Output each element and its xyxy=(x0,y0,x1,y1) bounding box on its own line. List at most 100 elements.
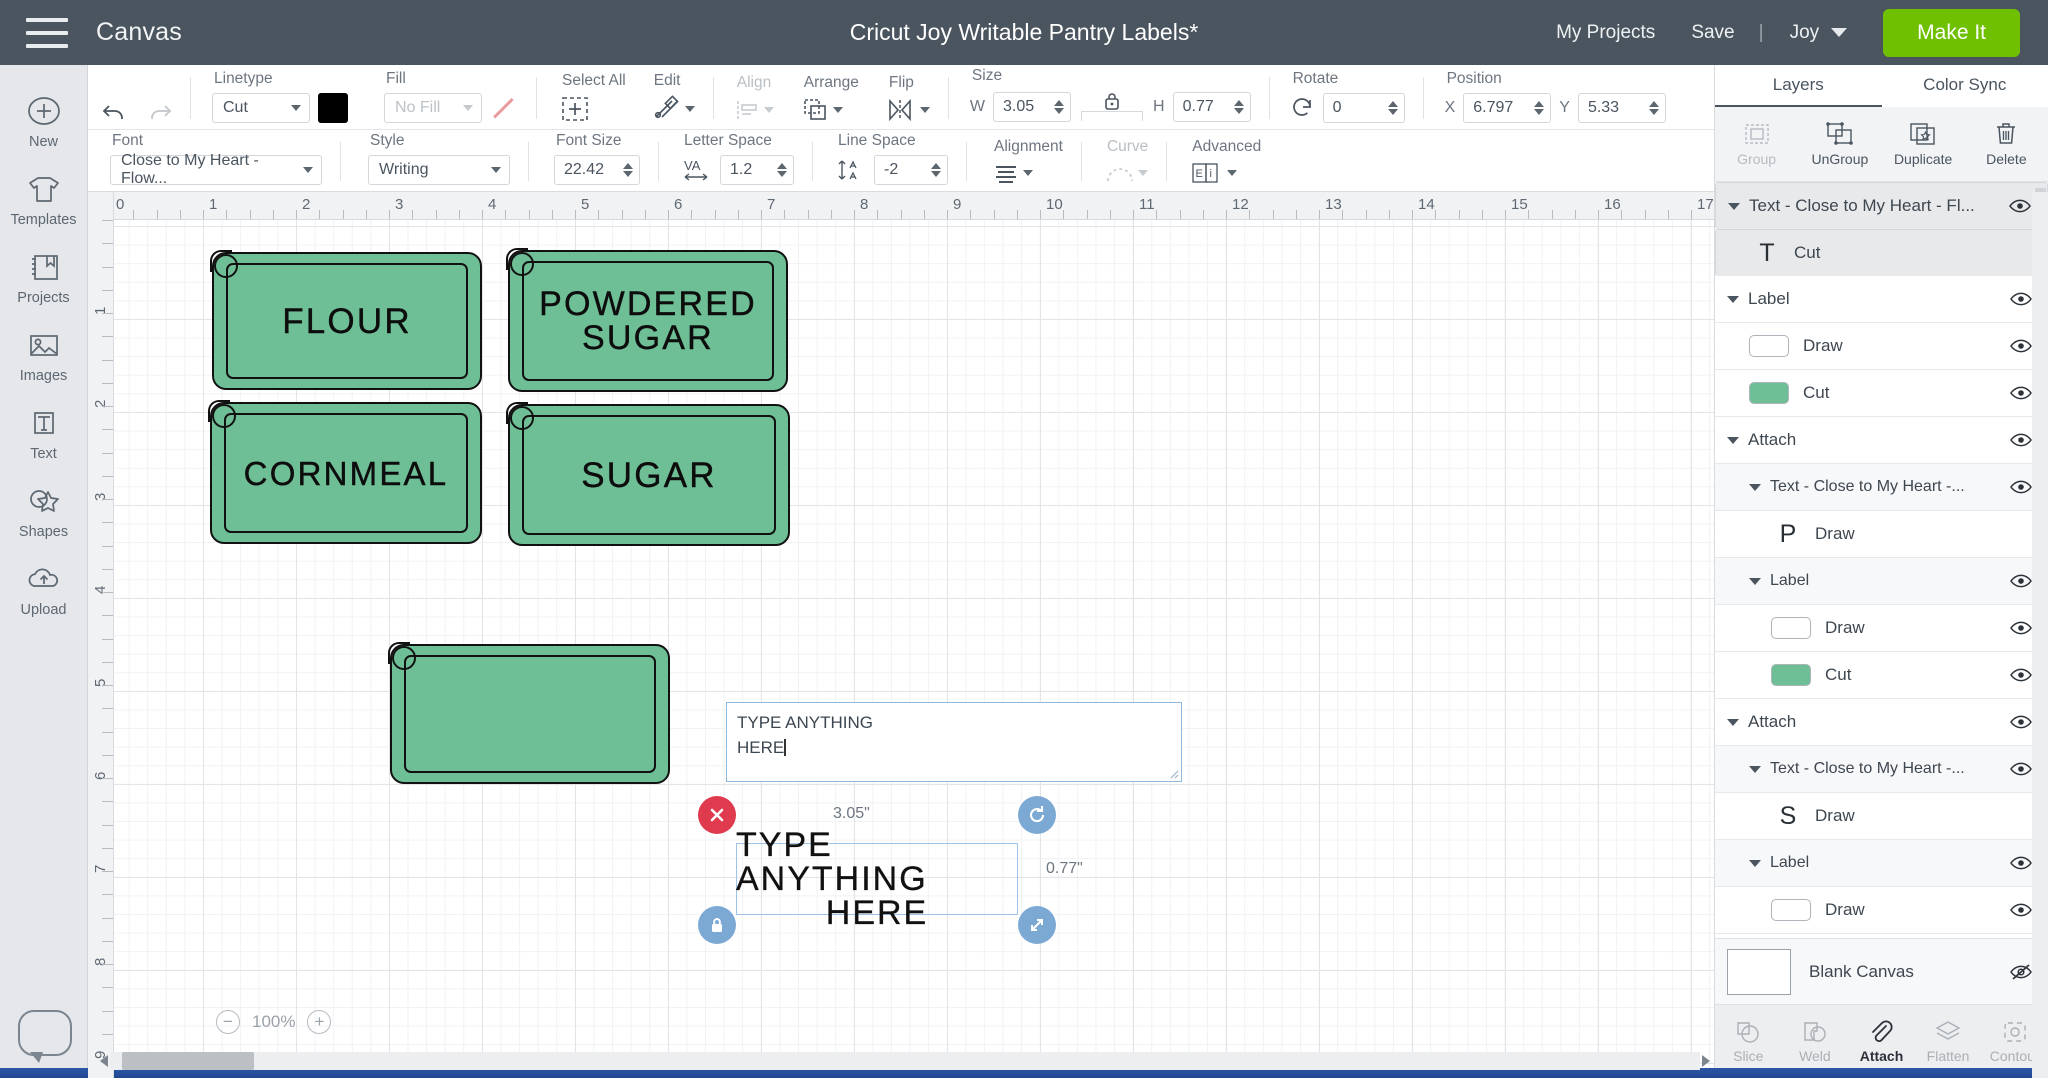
align-icon[interactable] xyxy=(735,97,774,123)
canvas-label-empty[interactable] xyxy=(390,644,670,784)
vertical-scrollbar[interactable] xyxy=(2032,192,2048,1078)
duplicate-button[interactable]: Duplicate xyxy=(1882,107,1965,181)
eye-icon[interactable] xyxy=(2008,713,2034,731)
eye-off-icon[interactable] xyxy=(2008,962,2034,982)
chevron-down-icon[interactable] xyxy=(1749,484,1761,491)
chevron-down-icon[interactable] xyxy=(1727,719,1739,726)
line-space-input[interactable]: -2 xyxy=(874,155,948,185)
chevron-down-icon[interactable] xyxy=(1749,860,1761,867)
canvas-label-powdered-sugar[interactable]: POWDERED SUGAR xyxy=(508,250,788,392)
letter-space-stepper[interactable] xyxy=(777,163,787,177)
layer-row[interactable]: Text - Close to My Heart - Fl... xyxy=(1715,182,2048,229)
layer-row[interactable]: SDraw xyxy=(1715,793,2048,840)
resize-handle-icon[interactable] xyxy=(1018,906,1056,944)
selected-text-object[interactable]: TYPE ANYTHING HERE xyxy=(736,843,1018,915)
letter-space-input[interactable]: 1.2 xyxy=(720,155,794,185)
font-select[interactable]: Close to My Heart - Flow... xyxy=(110,155,322,185)
canvas-label-sugar[interactable]: SUGAR xyxy=(508,404,790,546)
redo-icon[interactable] xyxy=(146,101,172,123)
height-input[interactable]: 0.77 xyxy=(1173,92,1251,122)
chevron-down-icon[interactable] xyxy=(1727,296,1739,303)
select-all-icon[interactable] xyxy=(560,95,590,123)
layer-color-chip[interactable] xyxy=(1771,899,1811,921)
line-space-stepper[interactable] xyxy=(931,163,941,177)
layer-row[interactable]: Label xyxy=(1715,276,2048,323)
make-it-button[interactable]: Make It xyxy=(1883,9,2020,57)
style-select[interactable]: Writing xyxy=(368,155,510,185)
layer-color-chip[interactable] xyxy=(1749,335,1789,357)
chevron-down-icon[interactable] xyxy=(1728,203,1740,210)
advanced-ei-icon[interactable]: Ei xyxy=(1190,161,1237,185)
sidebar-item-new[interactable]: New xyxy=(0,81,88,159)
position-x-stepper[interactable] xyxy=(1534,101,1544,115)
zoom-in-button[interactable]: + xyxy=(307,1010,331,1034)
chevron-down-icon[interactable] xyxy=(1749,578,1761,585)
fill-select[interactable]: No Fill xyxy=(384,93,482,123)
rotate-input[interactable]: 0 xyxy=(1323,93,1405,123)
layer-row[interactable]: Draw xyxy=(1715,605,2048,652)
layer-row[interactable]: PDraw xyxy=(1715,511,2048,558)
rotate-icon[interactable] xyxy=(1291,96,1315,120)
machine-selector[interactable]: Joy xyxy=(1770,22,1862,44)
canvas-label-flour[interactable]: FLOUR xyxy=(212,252,482,390)
position-x-input[interactable]: 6.797 xyxy=(1463,93,1551,123)
tab-color-sync[interactable]: Color Sync xyxy=(1882,65,2048,107)
scroll-right-arrow-icon[interactable] xyxy=(1702,1055,1710,1067)
layer-row[interactable]: Attach xyxy=(1715,699,2048,746)
sidebar-item-templates[interactable]: Templates xyxy=(0,159,88,237)
layer-row[interactable]: Cut xyxy=(1715,370,2048,417)
lock-handle-icon[interactable] xyxy=(698,906,736,944)
alignment-icon[interactable] xyxy=(992,161,1033,185)
canvas-label-cornmeal[interactable]: CORNMEAL xyxy=(210,402,482,544)
eye-icon[interactable] xyxy=(2008,337,2034,355)
layer-row[interactable]: Cut xyxy=(1715,652,2048,699)
sidebar-item-text[interactable]: Text xyxy=(0,393,88,471)
chevron-down-icon[interactable] xyxy=(1749,766,1761,773)
resize-grip-icon[interactable] xyxy=(1167,767,1179,779)
eye-icon[interactable] xyxy=(2008,760,2034,778)
group-button[interactable]: Group xyxy=(1715,107,1798,181)
eye-icon[interactable] xyxy=(2008,290,2034,308)
ungroup-button[interactable]: UnGroup xyxy=(1798,107,1881,181)
edit-scissors-icon[interactable] xyxy=(652,95,695,123)
width-stepper[interactable] xyxy=(1054,100,1064,114)
eye-icon[interactable] xyxy=(2008,619,2034,637)
eye-icon[interactable] xyxy=(2008,478,2034,496)
layer-row[interactable]: Label xyxy=(1715,558,2048,605)
layer-color-chip[interactable] xyxy=(1771,617,1811,639)
position-y-stepper[interactable] xyxy=(1649,101,1659,115)
hamburger-icon[interactable] xyxy=(26,18,68,48)
layer-row[interactable]: Label xyxy=(1715,840,2048,887)
layer-row[interactable]: Attach xyxy=(1715,417,2048,464)
layer-row[interactable]: TCut xyxy=(1715,229,2048,276)
font-size-input[interactable]: 22.42 xyxy=(554,155,640,185)
save-button[interactable]: Save xyxy=(1673,22,1752,44)
blank-canvas-row[interactable]: Blank Canvas xyxy=(1715,938,2048,1004)
size-lock-toggle[interactable] xyxy=(1081,90,1143,121)
layer-row[interactable]: Draw xyxy=(1715,323,2048,370)
sidebar-item-upload[interactable]: Upload xyxy=(0,549,88,627)
delete-x-icon[interactable] xyxy=(698,796,736,834)
eye-icon[interactable] xyxy=(2008,901,2034,919)
no-fill-slash-icon[interactable] xyxy=(490,94,518,122)
layer-color-chip[interactable] xyxy=(1749,382,1789,404)
width-input[interactable]: 3.05 xyxy=(993,92,1071,122)
font-size-stepper[interactable] xyxy=(623,163,633,177)
eye-icon[interactable] xyxy=(2008,666,2034,684)
my-projects-button[interactable]: My Projects xyxy=(1538,22,1673,44)
sidebar-item-projects[interactable]: Projects xyxy=(0,237,88,315)
linetype-color-swatch[interactable] xyxy=(318,93,348,123)
layer-row[interactable]: Text - Close to My Heart -... xyxy=(1715,464,2048,511)
layer-color-chip[interactable] xyxy=(1771,664,1811,686)
horizontal-scrollbar[interactable] xyxy=(110,1052,1700,1070)
layer-row[interactable]: Text - Close to My Heart -... xyxy=(1715,746,2048,793)
eye-icon[interactable] xyxy=(2008,431,2034,449)
tab-layers[interactable]: Layers xyxy=(1715,65,1882,107)
rotate-handle-icon[interactable] xyxy=(1018,796,1056,834)
curve-icon[interactable] xyxy=(1105,161,1148,185)
height-stepper[interactable] xyxy=(1234,100,1244,114)
position-y-input[interactable]: 5.33 xyxy=(1578,93,1666,123)
zoom-control[interactable]: − 100% + xyxy=(216,1010,331,1034)
text-edit-box[interactable]: TYPE ANYTHING HERE xyxy=(726,702,1182,782)
scroll-left-arrow-icon[interactable] xyxy=(100,1055,108,1067)
